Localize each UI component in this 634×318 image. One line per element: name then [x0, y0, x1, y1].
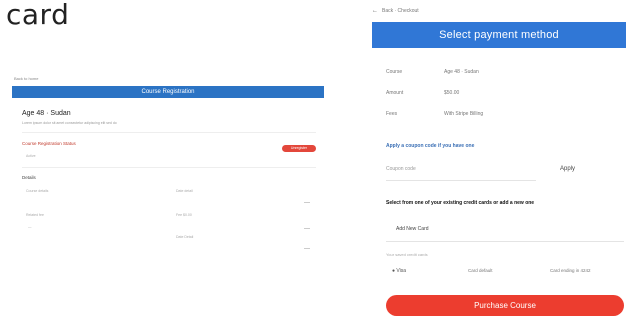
course-title: Age 48 · Sudan	[22, 110, 71, 117]
course-label: Course	[386, 69, 403, 75]
divider	[386, 241, 624, 242]
amount-label: Amount	[386, 90, 404, 96]
divider	[22, 132, 316, 133]
divider	[22, 167, 316, 168]
amount-value: $50.00	[444, 90, 460, 96]
payment-panel: ← Back · Checkout Select payment method C…	[370, 0, 630, 318]
course-registration-bar: Course Registration	[12, 86, 324, 98]
credit-card-section-title: Select from one of your existing credit …	[386, 200, 535, 206]
card-default-label: Card default	[468, 268, 493, 273]
detail-item: —	[28, 225, 32, 229]
add-new-card-button[interactable]: Add New Card	[396, 226, 429, 232]
fees-label: Fees	[386, 111, 398, 117]
detail-value: Fee $0.00	[176, 213, 192, 217]
card-ending-label: Card ending in 4242	[550, 268, 591, 273]
registration-status-label: Course Registration Status	[22, 141, 76, 146]
saved-cards-label: Your saved credit cards	[386, 252, 428, 257]
fees-value: With Stripe Billing	[444, 111, 484, 117]
page-heading: card	[6, 0, 70, 31]
divider	[304, 248, 310, 249]
unregister-button[interactable]: Unregister	[282, 145, 316, 152]
saved-card-radio[interactable]: ● Visa	[392, 268, 406, 274]
detail-value: Date detail	[176, 189, 193, 193]
divider	[304, 202, 310, 203]
breadcrumb[interactable]: ← Back · Checkout	[372, 8, 419, 14]
divider	[304, 228, 310, 229]
apply-coupon-button[interactable]: Apply	[560, 166, 575, 172]
course-value: Age 48 · Sudan	[444, 69, 479, 75]
purchase-course-button[interactable]: Purchase Course	[386, 295, 624, 316]
coupon-section-title: Apply a coupon code if you have one	[386, 143, 475, 149]
detail-item: Course details	[26, 189, 49, 193]
back-arrow-icon[interactable]: ←	[372, 8, 378, 14]
registration-status-value: Active	[26, 154, 36, 158]
coupon-code-input[interactable]: Coupon code	[386, 166, 416, 172]
back-link[interactable]: Back to home	[14, 76, 38, 81]
breadcrumb-text: Back · Checkout	[382, 8, 419, 14]
details-label: Details	[22, 175, 36, 180]
course-subtitle: Lorem ipsum dolor sit amet consectetur a…	[22, 121, 117, 125]
select-payment-header: Select payment method	[372, 22, 626, 48]
detail-value: Date Detail	[176, 235, 194, 239]
detail-item: Related fee	[26, 213, 44, 217]
coupon-input-underline	[386, 180, 536, 181]
